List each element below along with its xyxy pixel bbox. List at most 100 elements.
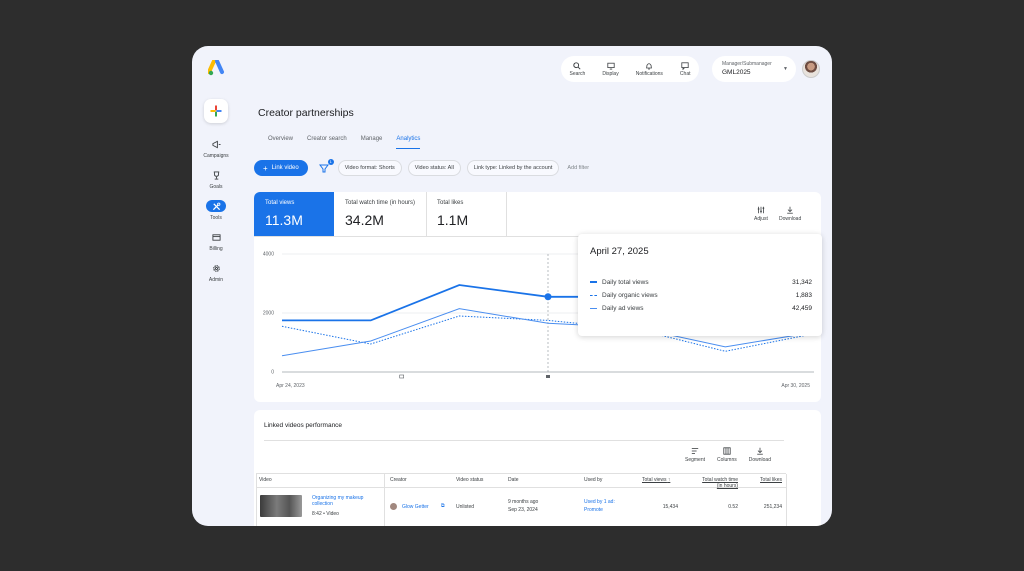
date: Sep 23, 2024 <box>508 507 538 513</box>
tab-manage[interactable]: Manage <box>361 136 383 149</box>
used-by-text[interactable]: Used by 1 ad: <box>584 499 615 505</box>
divider <box>264 440 784 441</box>
tooltip-label: Daily ad views <box>602 305 644 312</box>
columns-button[interactable]: Columns <box>717 447 737 463</box>
used-by-link[interactable]: Promote <box>584 507 603 513</box>
segment-button[interactable]: Segment <box>685 447 705 463</box>
tooltip-row: Daily ad views 42,459 <box>590 305 812 312</box>
notifications-button[interactable]: Notifications <box>636 62 663 77</box>
divider <box>506 192 507 236</box>
x-tick-label: Apr 30, 2025 <box>781 383 810 389</box>
trophy-icon <box>213 170 219 180</box>
metric-total-views[interactable]: Total views 11.3M <box>254 192 334 236</box>
tab-analytics[interactable]: Analytics <box>396 136 421 149</box>
hover-point <box>544 293 552 301</box>
filter-chip-video-format[interactable]: Video format: Shorts <box>337 160 402 176</box>
external-link-icon[interactable]: ⧉ <box>441 503 445 509</box>
tooltip-row: Daily organic views 1,883 <box>590 292 812 299</box>
metric-label: Total views <box>265 200 295 206</box>
video-status: Unlisted <box>456 504 475 510</box>
column-header-video[interactable]: Video <box>259 477 272 483</box>
chat-label: Chat <box>679 70 691 77</box>
column-header-watch-time[interactable]: Total watch time (in hours) <box>696 477 738 489</box>
sidebar-item-billing[interactable]: Billing <box>192 231 240 252</box>
sidebar-item-tools[interactable]: Tools <box>192 200 240 221</box>
x-tick-label: Apr 24, 2023 <box>276 383 305 389</box>
tab-bar: Overview Creator search Manage Analytics <box>268 136 434 149</box>
megaphone-icon <box>211 140 221 148</box>
link-video-label: Link video <box>271 165 299 171</box>
plus-icon: + <box>263 163 268 173</box>
sort-arrow-icon: ↑ <box>667 477 671 483</box>
column-header-used-by[interactable]: Used by <box>584 477 602 483</box>
plus-icon <box>210 105 222 117</box>
gear-icon <box>212 264 220 272</box>
sidebar-item-goals[interactable]: Goals <box>192 169 240 190</box>
table-download-button[interactable]: Download <box>749 447 771 463</box>
y-tick-label: 4000 <box>263 252 274 258</box>
account-switcher[interactable]: Manager/Submanager GML2025 ▼ <box>712 56 796 82</box>
legend-swatch-thin <box>590 307 597 309</box>
sidebar-item-campaigns[interactable]: Campaigns <box>192 138 240 159</box>
column-header-video-status[interactable]: Video status <box>456 477 483 483</box>
sliders-icon <box>757 206 765 214</box>
search-button[interactable]: Search <box>569 61 586 77</box>
chat-icon <box>681 61 689 70</box>
legend-swatch-dotted <box>590 294 597 296</box>
y-tick-label: 0 <box>271 370 274 376</box>
chart-tooltip: April 27, 2025 Daily total views 31,342 … <box>578 234 822 336</box>
legend-swatch-solid <box>590 281 597 284</box>
download-icon <box>787 206 793 214</box>
filter-chip-link-type[interactable]: Link type: Linked by the account <box>466 160 560 176</box>
total-views-value: 15,434 <box>662 504 678 510</box>
creator-avatar <box>390 503 397 510</box>
tab-creator-search[interactable]: Creator search <box>307 136 347 149</box>
search-label: Search <box>569 70 586 77</box>
tooltip-date: April 27, 2025 <box>590 246 649 257</box>
display-label: Display <box>602 70 619 77</box>
link-video-button[interactable]: + Link video <box>254 160 308 176</box>
add-filter-button[interactable]: Add filter <box>567 165 589 171</box>
column-header-creator[interactable]: Creator <box>390 477 407 483</box>
tab-overview[interactable]: Overview <box>268 136 293 149</box>
sidebar-item-label: Tools <box>210 215 222 221</box>
filter-button[interactable]: 1 <box>318 159 334 175</box>
credit-card-icon <box>211 233 221 241</box>
google-ads-logo[interactable] <box>208 60 226 76</box>
tooltip-label: Daily organic views <box>602 292 658 299</box>
search-icon <box>573 61 581 70</box>
sidebar-item-admin[interactable]: Admin <box>192 262 240 283</box>
download-label: Download <box>748 457 771 463</box>
metric-label: Total watch time (in hours) <box>345 200 416 206</box>
linked-videos-card: Linked videos performance Segment Column… <box>254 410 821 526</box>
column-header-date[interactable]: Date <box>508 477 519 483</box>
filter-count-badge: 1 <box>327 159 334 165</box>
chat-button[interactable]: Chat <box>679 61 691 77</box>
metric-total-likes[interactable]: Total likes 1.1M <box>426 192 506 236</box>
filter-chip-video-status[interactable]: Video status: All <box>407 160 461 176</box>
creator-link[interactable]: Glow Getter <box>402 504 429 510</box>
caret-down-icon: ▼ <box>783 66 788 72</box>
date-relative: 9 months ago <box>508 499 539 505</box>
tooltip-value: 1,883 <box>795 292 812 299</box>
metric-label: Total likes <box>437 200 464 206</box>
sidebar-item-label: Admin <box>208 277 224 283</box>
top-navigation: Search Display Notifications Chat <box>561 56 699 82</box>
columns-icon <box>723 447 731 455</box>
watch-time-value: 0.52 <box>728 504 738 510</box>
download-icon <box>757 447 763 455</box>
video-title-link[interactable]: Organizing my makeup collection <box>312 495 382 507</box>
adjust-button[interactable]: Adjust <box>754 206 768 222</box>
metric-value: 1.1M <box>437 212 469 228</box>
column-header-total-likes[interactable]: Total likes <box>746 477 782 483</box>
avatar[interactable] <box>802 60 820 78</box>
display-button[interactable]: Display <box>602 62 619 77</box>
column-header-total-views[interactable]: Total views ↑ <box>642 477 670 483</box>
sidebar-item-label: Goals <box>209 184 223 190</box>
segment-label: Segment <box>685 457 706 463</box>
create-button[interactable] <box>204 99 228 123</box>
chart-download-button[interactable]: Download <box>779 206 801 222</box>
metric-total-watch-time[interactable]: Total watch time (in hours) 34.2M <box>334 192 426 236</box>
tooltip-row: Daily total views 31,342 <box>590 279 812 286</box>
video-thumbnail[interactable] <box>260 495 302 517</box>
